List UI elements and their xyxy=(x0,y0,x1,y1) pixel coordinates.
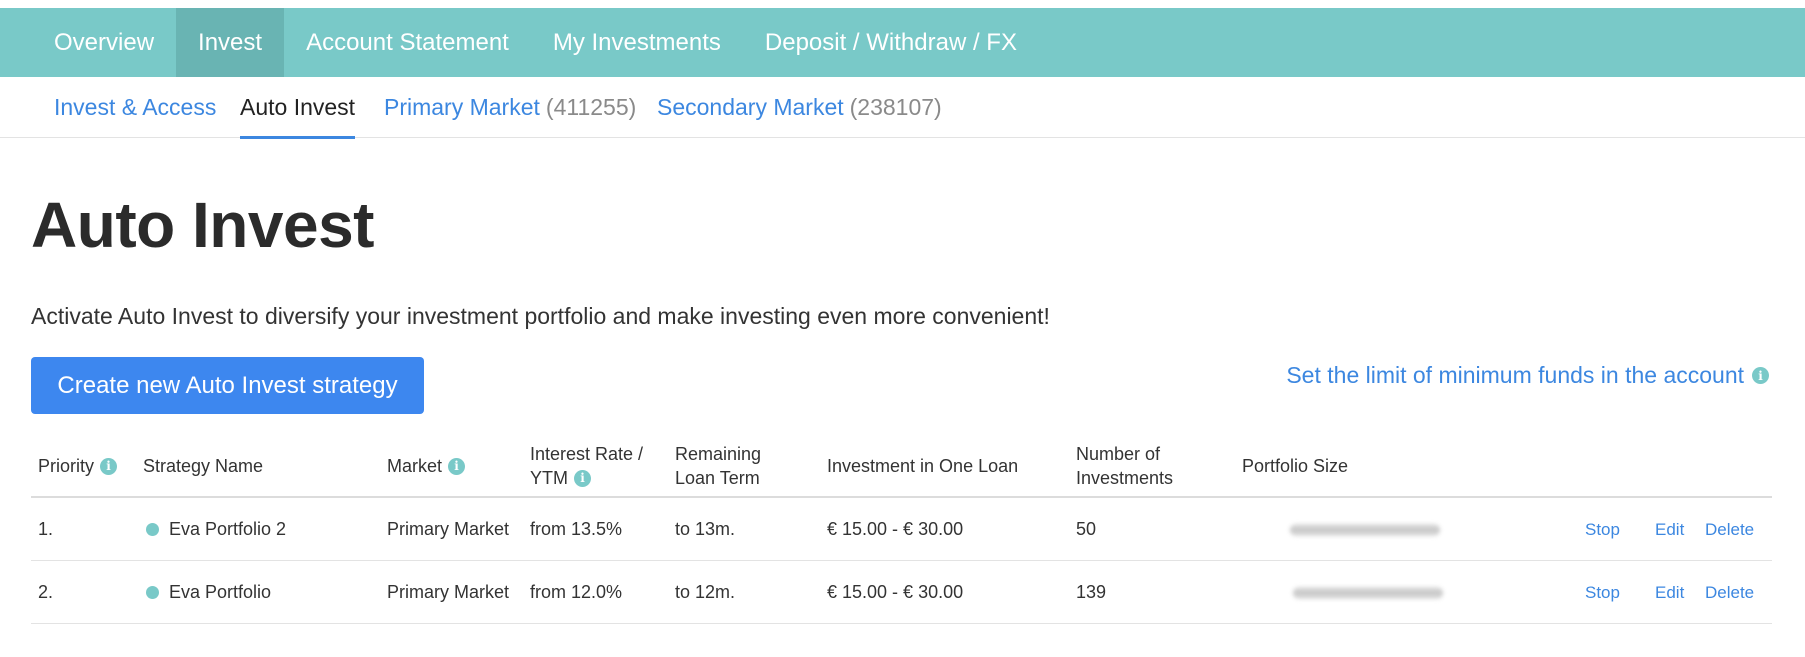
row-interest-rate: from 12.0% xyxy=(530,582,623,602)
row-market: Primary Market xyxy=(387,582,510,602)
stop-button[interactable]: Stop xyxy=(1585,498,1620,561)
header-interest-rate: Interest Rate / YTM i xyxy=(530,443,644,488)
table-row: 2. Eva Portfolio Primary Market from 12.… xyxy=(31,561,1772,624)
header-priority: Priority i xyxy=(38,434,118,498)
tab-auto-invest[interactable]: Auto Invest xyxy=(240,77,356,139)
row-priority: 1. xyxy=(38,519,54,539)
redacted-value xyxy=(1290,523,1440,536)
header-number-of-investments: Number of Investments xyxy=(1076,443,1174,488)
redacted-value xyxy=(1293,586,1443,599)
delete-button[interactable]: Delete xyxy=(1705,498,1754,561)
topnav-deposit-withdraw-fx[interactable]: Deposit / Withdraw / FX xyxy=(743,8,1039,77)
topnav-invest[interactable]: Invest xyxy=(176,8,285,77)
row-market: Primary Market xyxy=(387,519,510,539)
tab-secondary-market-label: Secondary Market xyxy=(657,94,844,120)
strategies-table: Priority i Strategy Name Market i Intere… xyxy=(31,434,1772,624)
tab-invest-access[interactable]: Invest & Access xyxy=(54,77,216,138)
tab-secondary-market-count: (238107) xyxy=(849,94,942,120)
header-portfolio-size: Portfolio Size xyxy=(1242,455,1349,476)
minimum-funds-limit-label: Set the limit of minimum funds in the ac… xyxy=(1286,362,1744,388)
header-remaining-loan-term: Remaining Loan Term xyxy=(675,443,762,488)
tab-primary-market-count: (411255) xyxy=(545,94,637,120)
sub-navigation: Invest & Access Auto Invest Primary Mark… xyxy=(0,77,1805,139)
row-portfolio-size-redacted xyxy=(1290,498,1440,561)
row-investment-range: € 15.00 - € 30.00 xyxy=(827,582,964,602)
topnav-account-statement[interactable]: Account Statement xyxy=(284,8,531,77)
status-dot-icon xyxy=(146,586,159,599)
top-navigation: Overview Invest Account Statement My Inv… xyxy=(0,8,1805,77)
row-investment-count: 50 xyxy=(1076,519,1097,539)
tab-secondary-market[interactable]: Secondary Market (238107) xyxy=(657,77,942,138)
info-icon[interactable]: i xyxy=(574,469,591,487)
tab-primary-market[interactable]: Primary Market (411255) xyxy=(384,77,636,138)
edit-button[interactable]: Edit xyxy=(1655,498,1684,561)
delete-button[interactable]: Delete xyxy=(1705,561,1754,624)
row-investment-range: € 15.00 - € 30.00 xyxy=(827,519,964,539)
topnav-overview[interactable]: Overview xyxy=(32,8,176,77)
intro-text: Activate Auto Invest to diversify your i… xyxy=(31,303,1050,329)
row-strategy-name: Eva Portfolio 2 xyxy=(146,498,286,561)
row-strategy-name: Eva Portfolio xyxy=(146,561,271,624)
header-investment-in-one-loan: Investment in One Loan xyxy=(827,455,1019,476)
row-loan-term: to 12m. xyxy=(675,582,736,602)
row-portfolio-size-redacted xyxy=(1293,561,1443,624)
info-icon[interactable]: i xyxy=(100,457,118,475)
topnav-my-investments[interactable]: My Investments xyxy=(531,8,743,77)
stop-button[interactable]: Stop xyxy=(1585,561,1620,624)
row-priority: 2. xyxy=(38,582,54,602)
row-loan-term: to 13m. xyxy=(675,519,736,539)
row-investment-count: 139 xyxy=(1076,582,1107,602)
tab-primary-market-label: Primary Market xyxy=(384,94,540,120)
page-title: Auto Invest xyxy=(31,189,374,261)
info-icon[interactable]: i xyxy=(1752,367,1769,384)
table-header: Priority i Strategy Name Market i Intere… xyxy=(31,434,1772,498)
create-strategy-button[interactable]: Create new Auto Invest strategy xyxy=(31,357,424,414)
minimum-funds-limit-link[interactable]: Set the limit of minimum funds in the ac… xyxy=(1286,362,1769,389)
header-market: Market i xyxy=(387,434,466,498)
edit-button[interactable]: Edit xyxy=(1655,561,1684,624)
info-icon[interactable]: i xyxy=(448,457,466,475)
header-strategy-name: Strategy Name xyxy=(143,455,264,476)
row-interest-rate: from 13.5% xyxy=(530,519,623,539)
status-dot-icon xyxy=(146,523,159,536)
table-row: 1. Eva Portfolio 2 Primary Market from 1… xyxy=(31,498,1772,561)
